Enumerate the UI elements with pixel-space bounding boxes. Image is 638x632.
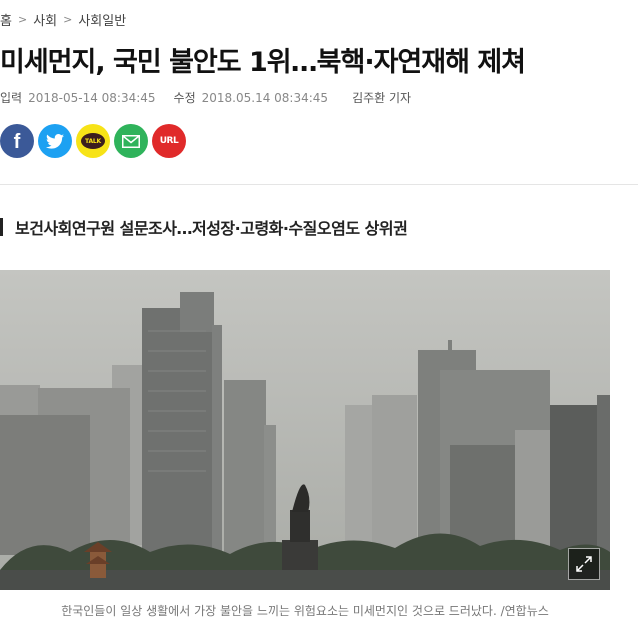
edit-label: 수정 xyxy=(173,91,196,105)
smog-city-image xyxy=(0,270,610,590)
breadcrumb-subsection[interactable]: 사회일반 xyxy=(78,10,126,29)
email-icon xyxy=(122,134,140,148)
article-photo[interactable] xyxy=(0,270,610,590)
article-headline: 미세먼지, 국민 불안도 1위…북핵·자연재해 제쳐 xyxy=(0,47,526,78)
share-buttons: f TALK URL xyxy=(0,124,186,158)
article-meta: 입력 2018-05-14 08:34:45 수정 2018.05.14 08:… xyxy=(0,89,411,106)
kakaotalk-share-button[interactable]: TALK xyxy=(76,124,110,158)
kakaotalk-label: TALK xyxy=(85,137,101,145)
breadcrumb-separator: > xyxy=(17,13,28,26)
url-copy-button[interactable]: URL xyxy=(152,124,186,158)
input-label: 입력 xyxy=(0,91,23,105)
breadcrumb-home[interactable]: 홈 xyxy=(0,10,12,29)
kakaotalk-icon: TALK xyxy=(81,133,105,149)
twitter-icon xyxy=(46,133,64,149)
breadcrumb-separator: > xyxy=(63,13,73,26)
section-divider xyxy=(0,184,638,185)
edit-time: 2018.05.14 08:34:45 xyxy=(201,90,329,105)
expand-icon xyxy=(576,556,592,572)
url-icon: URL xyxy=(159,136,179,146)
subheadline: 보건사회연구원 설문조사…저성장·고령화·수질오염도 상위권 xyxy=(0,215,408,239)
facebook-share-button[interactable]: f xyxy=(0,124,34,158)
subheadline-text: 보건사회연구원 설문조사…저성장·고령화·수질오염도 상위권 xyxy=(15,219,408,238)
input-time: 2018-05-14 08:34:45 xyxy=(28,90,156,105)
email-share-button[interactable] xyxy=(114,124,148,158)
article-page: 홈 > 사회 > 사회일반 미세먼지, 국민 불안도 1위…북핵·자연재해 제쳐… xyxy=(0,0,638,632)
expand-photo-button[interactable] xyxy=(568,548,600,580)
breadcrumb: 홈 > 사회 > 사회일반 xyxy=(0,10,126,29)
subheadline-bar xyxy=(0,218,3,236)
twitter-share-button[interactable] xyxy=(38,124,72,158)
photo-caption: 한국인들이 일상 생활에서 가장 불안을 느끼는 위험요소는 미세먼지인 것으로… xyxy=(61,604,549,618)
reporter-name[interactable]: 김주환 기자 xyxy=(352,89,411,106)
breadcrumb-section[interactable]: 사회 xyxy=(33,10,57,29)
facebook-icon: f xyxy=(13,130,21,153)
